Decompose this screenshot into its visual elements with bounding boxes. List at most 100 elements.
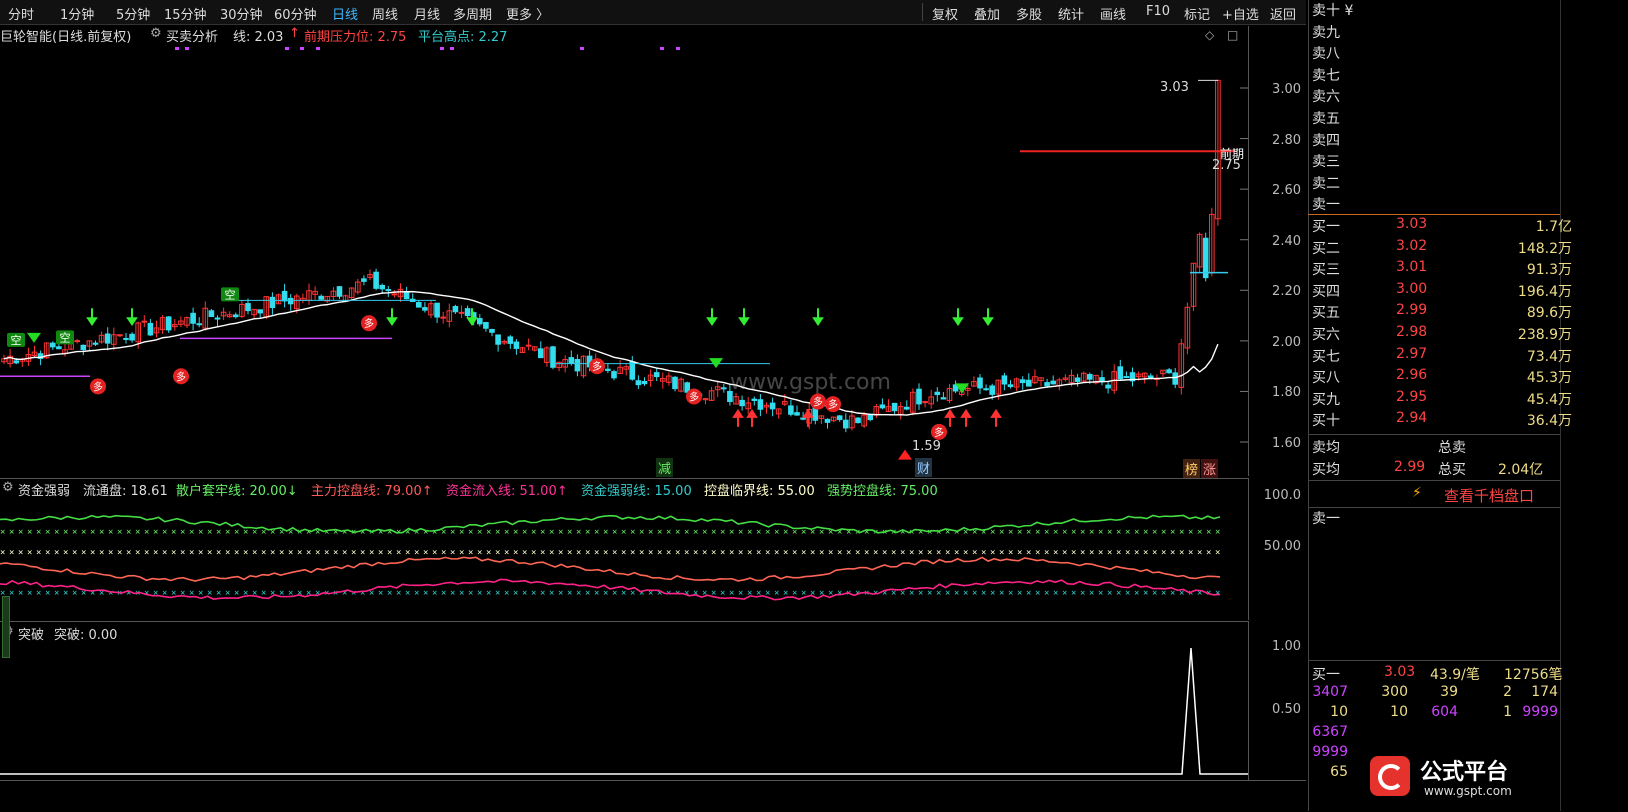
tab-period-multi[interactable]: 多周期: [453, 4, 492, 23]
tab-period-5[interactable]: 60分钟: [274, 4, 317, 23]
candle-body: [1202, 237, 1209, 279]
threshold-marker: ×: [1044, 589, 1049, 599]
threshold-marker: ×: [378, 589, 383, 599]
fund-strength-chart[interactable]: × × × × × × × × × × × × × × × × × × × × × × × × × × × × × × × × × × × × × × × ×…: [0, 496, 1248, 620]
gear-icon[interactable]: ⚙: [2, 480, 14, 495]
candle-body: [464, 308, 471, 317]
threshold-marker: ×: [495, 589, 500, 599]
price-tick: 2.60: [1272, 183, 1301, 198]
buy-level-label: 买五: [1312, 305, 1340, 322]
threshold-marker: ×: [279, 548, 284, 558]
f10-button[interactable]: F10: [1146, 4, 1170, 19]
thousand-depth-bar[interactable]: ⚡ 查看千档盘口: [1308, 480, 1560, 508]
restore-rights-button[interactable]: 复权: [932, 4, 958, 23]
buy-level-price: 2.96: [1396, 367, 1428, 384]
tab-period-daily[interactable]: 日线: [332, 4, 358, 23]
threshold-marker: ×: [1188, 528, 1193, 538]
threshold-marker: ×: [153, 528, 158, 538]
add-watchlist-button[interactable]: +自选: [1222, 4, 1259, 23]
draw-line-button[interactable]: 画线: [1100, 4, 1126, 23]
duo-signal-text: 多: [93, 380, 103, 393]
candle-body: [538, 348, 544, 359]
indicator-name[interactable]: 买卖分析: [166, 26, 218, 45]
threshold-marker: ×: [918, 528, 923, 538]
sell-level-row[interactable]: 卖十 ¥: [1312, 0, 1572, 24]
event-cai-badge: 财: [915, 458, 933, 477]
queue-cell: 604: [1431, 704, 1458, 720]
candlestick-chart[interactable]: 多多多多多多多多空 空空: [0, 44, 1306, 476]
tab-period-more[interactable]: 更多 〉: [506, 4, 549, 23]
scroll-handle[interactable]: [2, 596, 10, 658]
threshold-marker: ×: [738, 589, 743, 599]
candle-body: [74, 340, 81, 343]
candle-body: [653, 372, 660, 378]
signal-dot: [185, 47, 189, 50]
sell-level-row[interactable]: 卖五: [1312, 108, 1572, 132]
diamond-icon[interactable]: ◇: [1205, 28, 1214, 42]
mark-button[interactable]: 标记: [1184, 4, 1210, 23]
multi-stock-button[interactable]: 多股: [1016, 4, 1042, 23]
threshold-marker: ×: [747, 528, 752, 538]
candle-body: [257, 309, 263, 314]
tab-period-0[interactable]: 分时: [8, 4, 34, 23]
sell-level-row[interactable]: 卖六: [1312, 86, 1572, 110]
threshold-marker: ×: [495, 528, 500, 538]
threshold-marker: ×: [207, 548, 212, 558]
gear-icon[interactable]: ⚙: [150, 26, 162, 41]
avg-sell-label: 卖均: [1312, 440, 1340, 456]
buy-level-row[interactable]: 买八 2.96 45.3万: [1312, 367, 1572, 391]
threshold-marker: ×: [855, 548, 860, 558]
buy-level-label: 买六: [1312, 327, 1340, 343]
stock-title[interactable]: 巨轮智能(日线.前复权): [0, 26, 131, 45]
tab-period-2[interactable]: 5分钟: [116, 4, 150, 23]
buy-level-row[interactable]: 买五 2.99 89.6万: [1312, 302, 1572, 326]
candle-body: [147, 322, 154, 336]
sell-level-row[interactable]: 卖二: [1312, 173, 1572, 197]
queue-cell: 10: [1330, 704, 1348, 720]
threshold-marker: ×: [450, 589, 455, 599]
threshold-marker: ×: [441, 589, 446, 599]
sell-level-row[interactable]: 卖八: [1312, 43, 1572, 67]
threshold-marker: ×: [9, 528, 14, 538]
threshold-marker: ×: [513, 589, 518, 599]
buy-level-row[interactable]: 买二 3.02 148.2万: [1312, 238, 1572, 262]
buy-level-row[interactable]: 买十 2.94 36.4万: [1312, 410, 1572, 434]
breakout-chart[interactable]: [0, 640, 1248, 780]
tab-period-monthly[interactable]: 月线: [414, 4, 440, 23]
threshold-marker: ×: [918, 589, 923, 599]
buy-level-row[interactable]: 买六 2.98 238.9万: [1312, 324, 1572, 348]
threshold-marker: ×: [567, 548, 572, 558]
sell-level-label: 卖六: [1312, 89, 1340, 106]
threshold-marker: ×: [108, 528, 113, 538]
overlay-button[interactable]: 叠加: [974, 4, 1000, 23]
threshold-marker: ×: [270, 548, 275, 558]
thousand-depth-link[interactable]: 查看千档盘口: [1444, 485, 1534, 506]
statistics-button[interactable]: 统计: [1058, 4, 1084, 23]
buy-level-row[interactable]: 买七 2.97 73.4万: [1312, 346, 1572, 370]
down-arrow-icon: [952, 308, 964, 327]
buy-level-row[interactable]: 买三 3.01 91.3万: [1312, 259, 1572, 283]
tab-period-3[interactable]: 15分钟: [164, 4, 207, 23]
threshold-marker: ×: [1125, 548, 1130, 558]
threshold-marker: ×: [369, 528, 374, 538]
buy-level-row[interactable]: 买一 3.03 1.7亿: [1312, 216, 1572, 240]
candle-body: [117, 334, 123, 337]
logo-text: 公式平台: [1420, 760, 1509, 785]
buy-level-row[interactable]: 买四 3.00 196.4万: [1312, 281, 1572, 305]
signal-dot: [450, 47, 454, 50]
window-toggle-icon[interactable]: □: [1227, 28, 1238, 42]
tab-period-weekly[interactable]: 周线: [372, 4, 398, 23]
candle-body: [507, 336, 514, 344]
threshold-marker: ×: [1206, 548, 1211, 558]
price-axis: 3.00 2.80 2.60 2.40 2.20 2.00 1.80 1.60: [1248, 26, 1307, 476]
sell-level-row[interactable]: 卖七: [1312, 65, 1572, 89]
tab-period-1[interactable]: 1分钟: [60, 4, 94, 23]
sell-level-row[interactable]: 卖九: [1312, 22, 1572, 46]
buy-level-row[interactable]: 买九 2.95 45.4万: [1312, 389, 1572, 413]
sell-level-row[interactable]: 卖三: [1312, 151, 1572, 175]
back-button[interactable]: 返回: [1270, 4, 1296, 23]
tab-period-4[interactable]: 30分钟: [220, 4, 263, 23]
threshold-marker: ×: [981, 548, 986, 558]
sell-level-row[interactable]: 卖四: [1312, 130, 1572, 154]
threshold-marker: ×: [117, 548, 122, 558]
